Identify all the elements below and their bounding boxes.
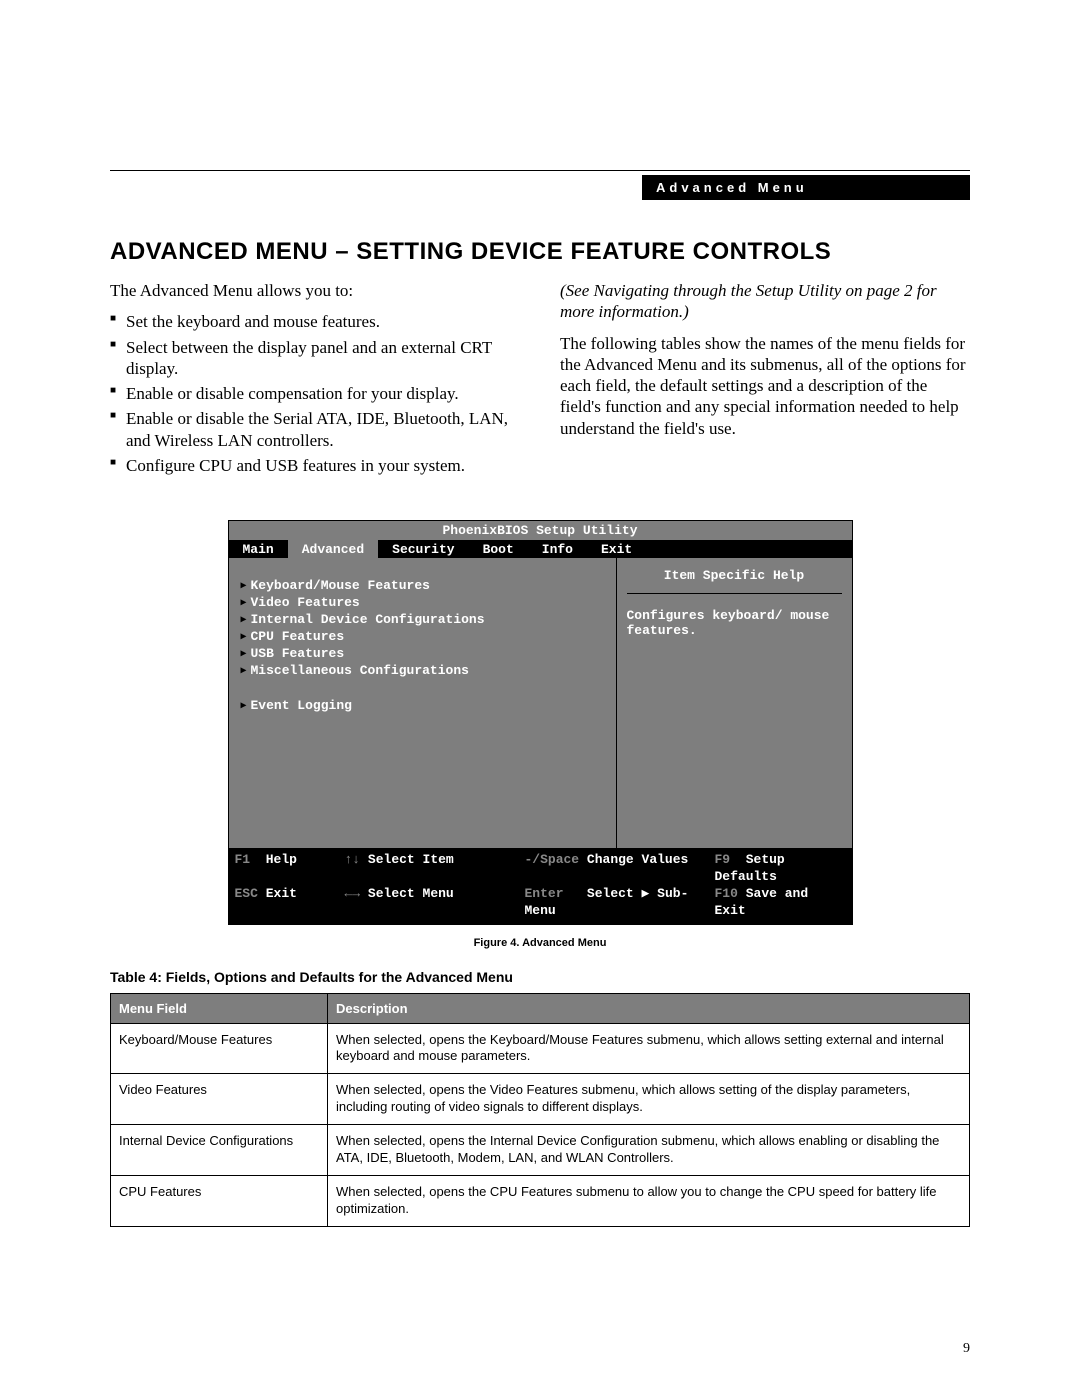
bios-help-text: Configures keyboard/ mouse features.	[627, 608, 842, 638]
triangle-icon: ▶	[241, 614, 251, 626]
tab-info[interactable]: Info	[528, 540, 587, 558]
bios-title-bar: PhoenixBIOS Setup Utility	[229, 521, 852, 540]
tab-main[interactable]: Main	[229, 540, 288, 558]
triangle-icon: ▶	[241, 648, 251, 660]
triangle-icon: ▶	[241, 665, 251, 677]
tab-advanced[interactable]: Advanced	[288, 540, 378, 558]
cell-menu-field: CPU Features	[111, 1175, 328, 1226]
intro-text: The Advanced Menu allows you to:	[110, 280, 520, 301]
list-item: Configure CPU and USB features in your s…	[110, 455, 520, 476]
key-action: Exit	[266, 886, 297, 901]
key-action: Select Item	[368, 852, 454, 867]
table-header-row: Menu Field Description	[111, 993, 970, 1023]
two-column-intro: The Advanced Menu allows you to: Set the…	[110, 276, 970, 480]
triangle-icon: ▶	[241, 631, 251, 643]
bios-item-label: USB Features	[251, 646, 345, 661]
feature-bullet-list: Set the keyboard and mouse features. Sel…	[110, 311, 520, 476]
cell-description: When selected, opens the CPU Features su…	[328, 1175, 970, 1226]
bios-item-label: Event Logging	[251, 698, 352, 713]
bios-menu-item[interactable]: ▶USB Features	[241, 646, 604, 661]
page-number: 9	[963, 1341, 970, 1357]
key-action: Select Menu	[368, 886, 454, 901]
bios-item-label: Internal Device Configurations	[251, 612, 485, 627]
key-label: Enter	[525, 886, 564, 901]
bios-item-label: Video Features	[251, 595, 360, 610]
key-label: ↑↓	[345, 852, 361, 867]
bios-main-panel: ▶Keyboard/Mouse Features ▶Video Features…	[229, 558, 852, 848]
bios-menu-item[interactable]: ▶CPU Features	[241, 629, 604, 644]
cross-reference-note: (See Navigating through the Setup Utilit…	[560, 280, 970, 323]
key-action: Help	[266, 852, 297, 867]
col-menu-field: Menu Field	[111, 993, 328, 1023]
tab-exit[interactable]: Exit	[587, 540, 646, 558]
left-column: The Advanced Menu allows you to: Set the…	[110, 276, 520, 480]
bios-menu-item[interactable]: ▶Video Features	[241, 595, 604, 610]
cell-description: When selected, opens the Keyboard/Mouse …	[328, 1023, 970, 1074]
key-label: ←→	[345, 886, 361, 901]
list-item: Enable or disable compensation for your …	[110, 383, 520, 404]
list-item: Set the keyboard and mouse features.	[110, 311, 520, 332]
cell-menu-field: Keyboard/Mouse Features	[111, 1023, 328, 1074]
list-item: Select between the display panel and an …	[110, 337, 520, 380]
bios-help-panel: Item Specific Help Configures keyboard/ …	[616, 558, 852, 848]
table-caption: Table 4: Fields, Options and Defaults fo…	[110, 969, 970, 985]
bios-left-panel: ▶Keyboard/Mouse Features ▶Video Features…	[229, 558, 616, 848]
key-label: F10	[715, 886, 738, 901]
bios-footer-row: ESC Exit ←→ Select Menu Enter Select ▶ S…	[235, 886, 846, 920]
key-label: F9	[715, 852, 731, 867]
section-header-bar: Advanced Menu	[642, 175, 970, 200]
bios-figure: PhoenixBIOS Setup Utility Main Advanced …	[228, 520, 853, 925]
list-item: Enable or disable the Serial ATA, IDE, B…	[110, 408, 520, 451]
table-row: Keyboard/Mouse Features When selected, o…	[111, 1023, 970, 1074]
explanation-paragraph: The following tables show the names of t…	[560, 333, 970, 439]
bios-menu-item[interactable]: ▶Event Logging	[241, 698, 604, 713]
bios-menu-item[interactable]: ▶Keyboard/Mouse Features	[241, 578, 604, 593]
bios-item-label: CPU Features	[251, 629, 345, 644]
triangle-icon: ▶	[241, 580, 251, 592]
key-label: ESC	[235, 886, 258, 901]
triangle-icon: ▶	[241, 700, 251, 712]
page-title: ADVANCED MENU – SETTING DEVICE FEATURE C…	[110, 238, 970, 266]
cell-description: When selected, opens the Internal Device…	[328, 1125, 970, 1176]
bios-tab-bar: Main Advanced Security Boot Info Exit	[229, 540, 852, 558]
figure-caption: Figure 4. Advanced Menu	[110, 937, 970, 949]
bios-item-label: Keyboard/Mouse Features	[251, 578, 430, 593]
col-description: Description	[328, 993, 970, 1023]
table-row: Internal Device Configurations When sele…	[111, 1125, 970, 1176]
right-column: (See Navigating through the Setup Utilit…	[560, 276, 970, 480]
bios-footer-row: F1 Help ↑↓ Select Item -/Space Change Va…	[235, 852, 846, 886]
table-row: Video Features When selected, opens the …	[111, 1074, 970, 1125]
cell-menu-field: Internal Device Configurations	[111, 1125, 328, 1176]
cell-menu-field: Video Features	[111, 1074, 328, 1125]
triangle-icon: ▶	[241, 597, 251, 609]
top-rule	[110, 170, 970, 171]
fields-table: Menu Field Description Keyboard/Mouse Fe…	[110, 993, 970, 1227]
tab-boot[interactable]: Boot	[469, 540, 528, 558]
bios-menu-item[interactable]: ▶Miscellaneous Configurations	[241, 663, 604, 678]
table-row: CPU Features When selected, opens the CP…	[111, 1175, 970, 1226]
key-action: Change Values	[587, 852, 688, 867]
tab-security[interactable]: Security	[378, 540, 468, 558]
key-label: -/Space	[525, 852, 580, 867]
page: Advanced Menu ADVANCED MENU – SETTING DE…	[0, 0, 1080, 1397]
key-label: F1	[235, 852, 251, 867]
bios-item-label: Miscellaneous Configurations	[251, 663, 469, 678]
bios-box: PhoenixBIOS Setup Utility Main Advanced …	[228, 520, 853, 925]
bios-footer: F1 Help ↑↓ Select Item -/Space Change Va…	[229, 848, 852, 924]
bios-menu-item[interactable]: ▶Internal Device Configurations	[241, 612, 604, 627]
bios-help-title: Item Specific Help	[627, 568, 842, 594]
cell-description: When selected, opens the Video Features …	[328, 1074, 970, 1125]
